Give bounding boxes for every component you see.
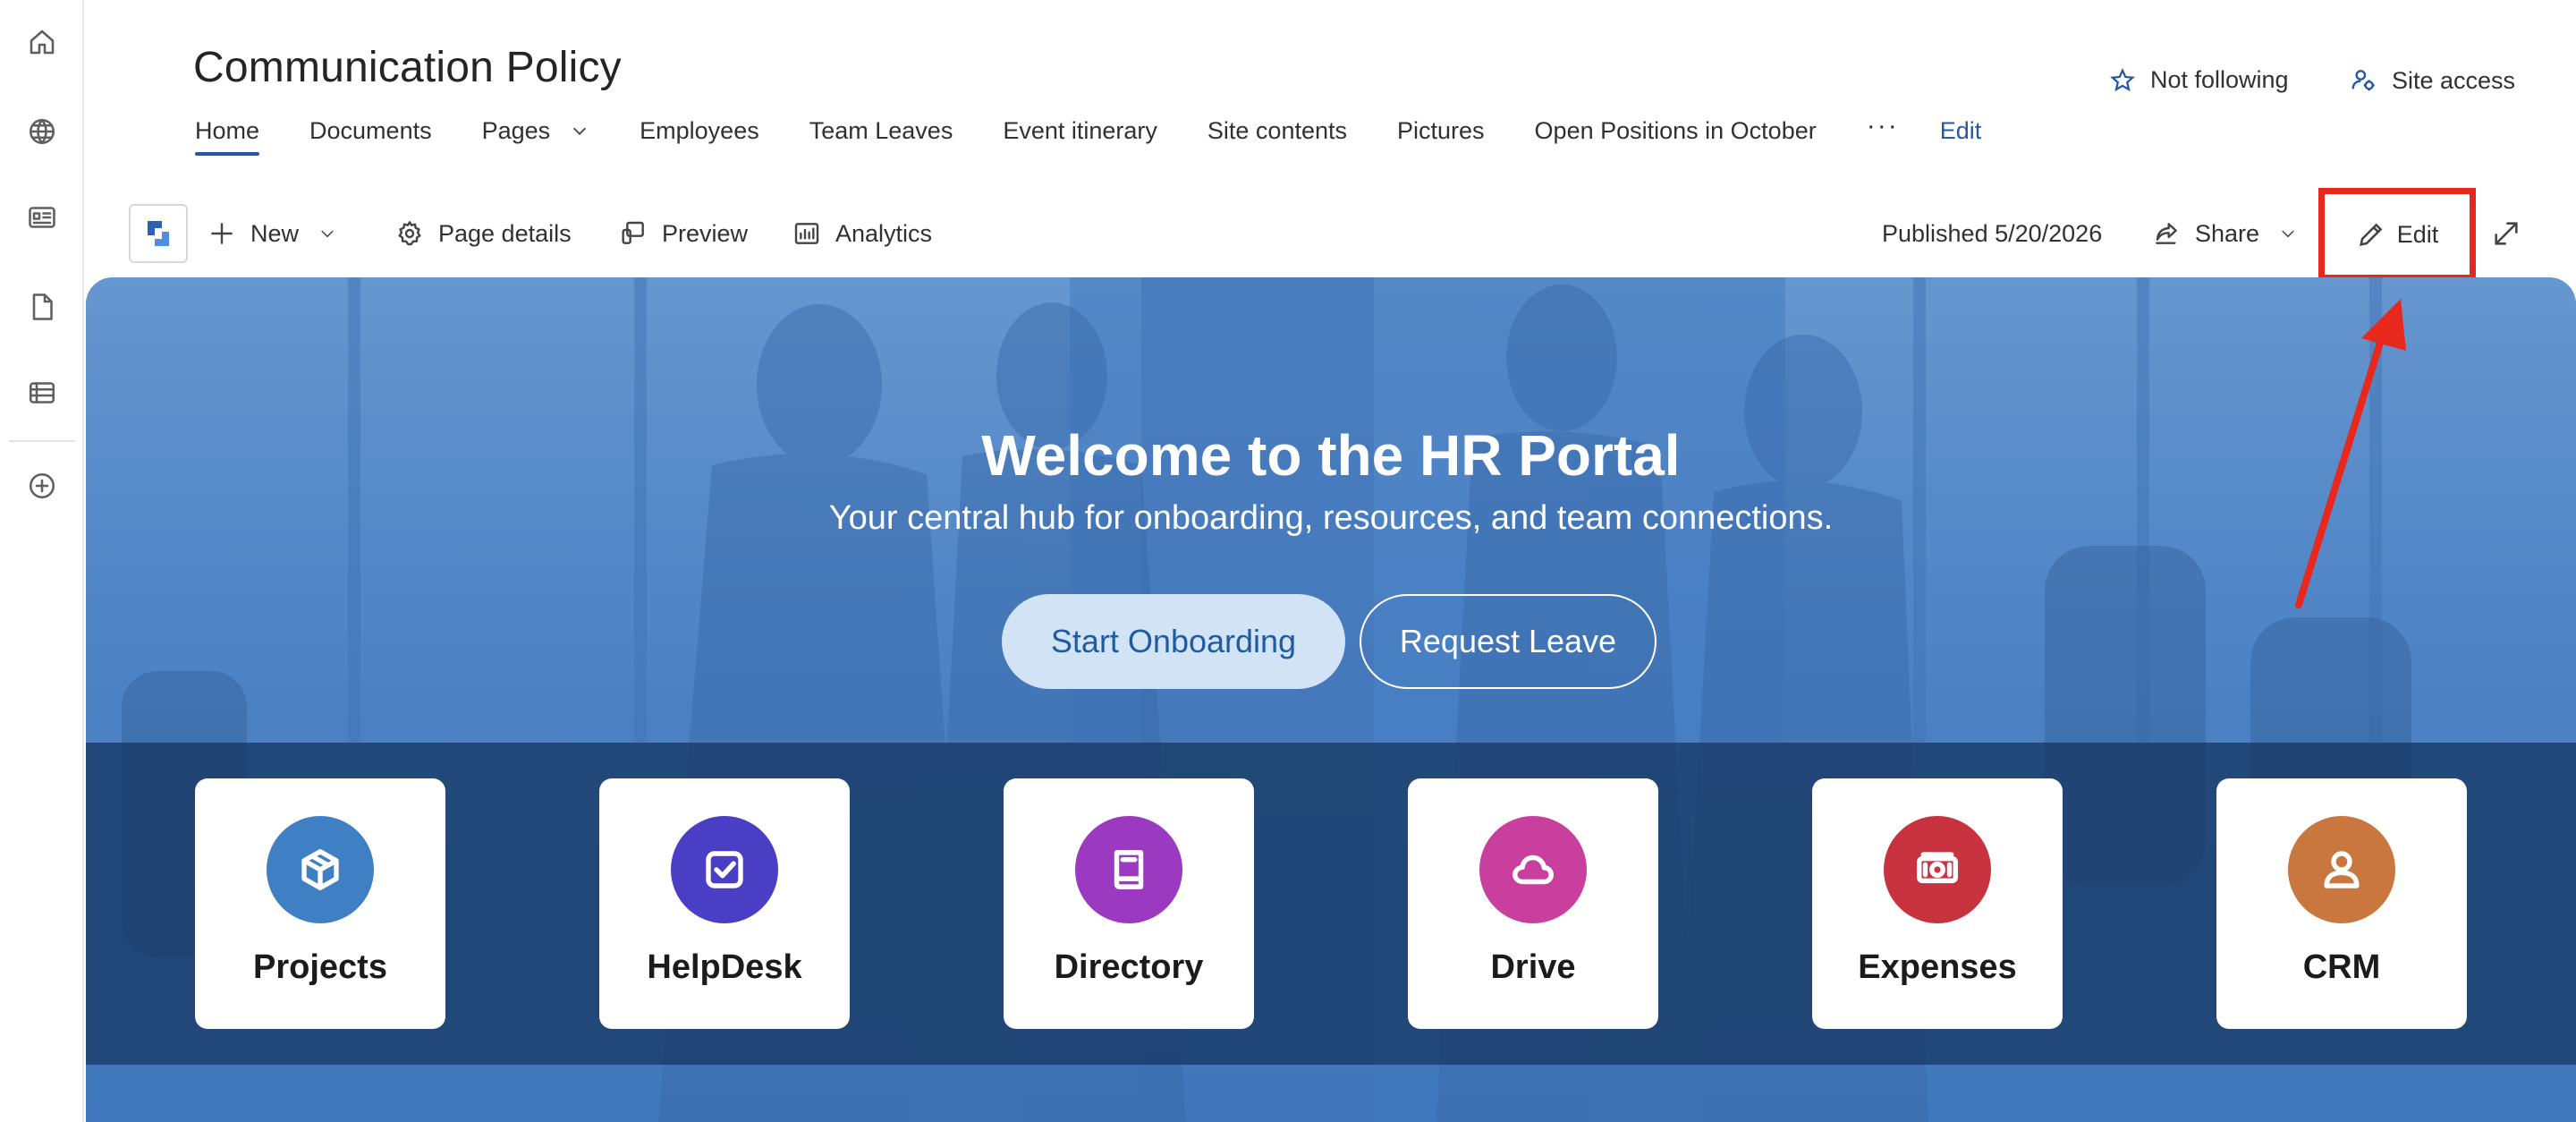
nav-label: Pages — [481, 116, 551, 144]
hero-section: Welcome to the HR Portal Your central hu… — [86, 277, 2576, 1122]
edit-page-button[interactable]: Edit — [2318, 188, 2476, 281]
news-icon[interactable] — [20, 195, 64, 240]
preview-label: Preview — [662, 219, 749, 247]
chevron-down-icon — [573, 127, 587, 135]
nav-item-event-itinerary[interactable]: Event itinerary — [1003, 106, 1157, 156]
site-access-label: Site access — [2392, 66, 2516, 94]
nav-item-open-positions[interactable]: Open Positions in October — [1535, 106, 1817, 156]
published-status: Published 5/20/2026 — [1882, 219, 2103, 247]
tile-crm[interactable]: CRM — [2216, 778, 2467, 1029]
book-icon — [1075, 816, 1182, 923]
nav-item-home[interactable]: Home — [195, 106, 260, 156]
nav-label: Home — [195, 116, 260, 144]
tile-helpdesk[interactable]: HelpDesk — [599, 778, 850, 1029]
tile-projects[interactable]: Projects — [195, 778, 445, 1029]
nav-item-pictures[interactable]: Pictures — [1397, 106, 1485, 156]
nav-label: Pictures — [1397, 116, 1485, 144]
command-bar: New Page details Preview Analytics Publi… — [129, 188, 2576, 281]
nav-more-button[interactable]: ··· — [1867, 111, 1899, 141]
plus-icon — [211, 223, 233, 244]
edit-label: Edit — [2396, 220, 2439, 248]
nav-label: Open Positions in October — [1534, 116, 1817, 144]
nav-label: Documents — [309, 116, 432, 144]
preview-device-icon — [622, 221, 644, 244]
request-leave-button[interactable]: Request Leave — [1360, 594, 1657, 689]
share-icon — [2156, 223, 2177, 244]
chevron-down-icon — [321, 230, 334, 238]
pencil-icon — [2359, 223, 2383, 247]
share-label: Share — [2195, 219, 2260, 247]
person-icon — [2288, 816, 2395, 923]
hero-subtitle: Your central hub for onboarding, resourc… — [828, 499, 1834, 537]
home-icon[interactable] — [20, 20, 64, 64]
nav-item-employees[interactable]: Employees — [640, 106, 759, 156]
analytics-button[interactable]: Analytics — [792, 204, 932, 263]
expand-icon — [2495, 222, 2518, 245]
tile-expenses[interactable]: Expenses — [1812, 778, 2063, 1029]
nav-item-documents[interactable]: Documents — [309, 106, 432, 156]
tile-drive[interactable]: Drive — [1408, 778, 1658, 1029]
nav-label: Site contents — [1207, 116, 1347, 144]
chevron-down-icon — [2282, 230, 2294, 238]
new-button[interactable]: New — [208, 204, 336, 263]
site-logo[interactable] — [129, 204, 188, 263]
follow-label: Not following — [2150, 66, 2289, 93]
rail-divider — [9, 440, 75, 442]
tile-directory[interactable]: Directory — [1004, 778, 1254, 1029]
add-circle-icon[interactable] — [20, 463, 64, 508]
nav-item-team-leaves[interactable]: Team Leaves — [809, 106, 953, 156]
nav-label: Employees — [640, 116, 759, 144]
tile-label: CRM — [2302, 948, 2381, 986]
gear-icon — [398, 221, 421, 246]
cloud-icon — [1479, 816, 1587, 923]
app-rail — [0, 0, 84, 1122]
follow-button[interactable]: Not following — [2109, 66, 2289, 94]
list-icon[interactable] — [20, 370, 64, 415]
page-details-button[interactable]: Page details — [395, 204, 572, 263]
nav-item-pages[interactable]: Pages — [482, 106, 590, 156]
site-navigation: Home Documents Pages Employees Team Leav… — [195, 106, 1981, 156]
start-onboarding-button[interactable]: Start Onboarding — [1002, 594, 1345, 689]
tile-label: Directory — [1054, 948, 1204, 986]
money-icon — [1884, 816, 1991, 923]
tile-label: HelpDesk — [647, 948, 802, 986]
tile-label: Drive — [1490, 948, 1576, 986]
analytics-icon — [794, 223, 819, 244]
share-button[interactable]: Share — [2152, 204, 2297, 263]
tile-label: Projects — [253, 948, 387, 986]
star-icon — [2110, 67, 2135, 91]
site-logo-icon — [148, 221, 169, 246]
nav-edit-link[interactable]: Edit — [1940, 117, 1982, 145]
site-access-button[interactable]: Site access — [2349, 66, 2515, 95]
analytics-label: Analytics — [835, 219, 933, 247]
expand-button[interactable] — [2481, 204, 2531, 263]
people-settings-icon — [2351, 70, 2375, 91]
hero-title: Welcome to the HR Portal — [981, 423, 1681, 488]
new-label: New — [250, 219, 300, 247]
preview-button[interactable]: Preview — [619, 204, 748, 263]
site-title: Communication Policy — [193, 44, 622, 91]
checkbox-icon — [671, 816, 778, 923]
quick-links-band — [86, 743, 2576, 1065]
nav-label: Event itinerary — [1003, 116, 1157, 144]
page-details-label: Page details — [438, 219, 572, 247]
nav-label: Team Leaves — [809, 116, 953, 144]
box-icon — [267, 816, 374, 923]
document-icon[interactable] — [20, 285, 64, 329]
nav-item-site-contents[interactable]: Site contents — [1208, 106, 1347, 156]
tile-label: Expenses — [1858, 948, 2017, 986]
globe-icon[interactable] — [20, 109, 64, 154]
